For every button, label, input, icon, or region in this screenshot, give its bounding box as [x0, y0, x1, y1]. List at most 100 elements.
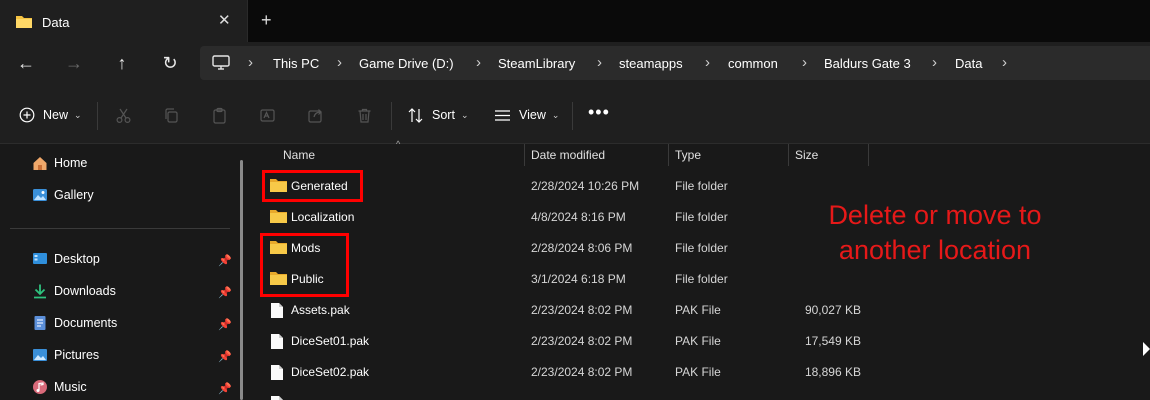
highlight-box-mods-public	[260, 233, 349, 297]
table-row[interactable]: Assets.pak 2/23/2024 8:02 PM PAK File 90…	[252, 295, 1150, 326]
pin-icon[interactable]: 📌	[218, 350, 232, 363]
delete-button[interactable]	[356, 104, 373, 126]
file-size: 18,896 KB	[804, 365, 861, 379]
refresh-button[interactable]: ↻	[157, 51, 183, 75]
trash-icon	[358, 108, 371, 123]
documents-icon	[34, 316, 46, 330]
sidebar-item-label: Downloads	[54, 284, 116, 298]
pin-icon[interactable]: 📌	[218, 254, 232, 267]
sidebar-item-label: Desktop	[54, 252, 100, 266]
breadcrumb-this-pc[interactable]: This PC	[273, 56, 319, 71]
breadcrumb-expand-icon[interactable]: ›	[1002, 54, 1007, 71]
navigation-pane: Home Gallery Desktop 📌 Downloads 📌 Docum…	[0, 144, 250, 400]
breadcrumb-steamlibrary[interactable]: SteamLibrary	[498, 56, 575, 71]
gallery-icon	[33, 189, 47, 201]
file-type: File folder	[675, 210, 728, 224]
new-tab-button[interactable]: +	[261, 10, 272, 31]
back-button[interactable]: ←	[13, 51, 39, 75]
file-date: 2/23/2024 8:02 PM	[531, 334, 633, 348]
column-separator[interactable]	[868, 144, 869, 166]
table-row[interactable]: DiceSet01.pak 2/23/2024 8:02 PM PAK File…	[252, 326, 1150, 357]
copy-button[interactable]	[163, 104, 180, 126]
tab-data[interactable]: Data ✕	[0, 0, 248, 42]
music-icon	[33, 380, 47, 394]
column-header-size[interactable]: Size	[795, 144, 818, 166]
sidebar-divider	[10, 228, 230, 229]
column-separator[interactable]	[524, 144, 525, 166]
desktop-icon	[33, 253, 47, 264]
up-button[interactable]: ↑	[109, 51, 135, 75]
file-date: 4/8/2024 8:16 PM	[531, 210, 626, 224]
column-separator[interactable]	[668, 144, 669, 166]
tab-title: Data	[42, 15, 70, 30]
address-row: ← → ↑ ↻ › This PC › Game Drive (D:) › St…	[0, 42, 1150, 84]
sort-indicator-icon: ^	[396, 139, 401, 149]
more-options-button[interactable]: •••	[588, 102, 610, 123]
sort-button[interactable]: Sort ⌄	[407, 104, 468, 126]
column-header-type[interactable]: Type	[675, 144, 701, 166]
sidebar-item-desktop[interactable]: Desktop	[32, 248, 100, 270]
sidebar-item-downloads[interactable]: Downloads	[32, 280, 116, 302]
command-bar: New ⌄ Sort ⌄ View ⌄ •••	[0, 84, 1150, 144]
breadcrumb-common[interactable]: common	[728, 56, 778, 71]
clipboard-icon	[213, 107, 226, 124]
breadcrumb-separator: ›	[248, 54, 253, 71]
divider	[572, 102, 573, 130]
file-type: File folder	[675, 179, 728, 193]
pictures-icon	[33, 349, 47, 361]
paste-button[interactable]	[211, 104, 228, 126]
breadcrumb-game-drive[interactable]: Game Drive (D:)	[359, 56, 454, 71]
chevron-down-icon: ⌄	[74, 109, 82, 120]
sidebar-item-music[interactable]: Music	[32, 376, 87, 398]
download-icon	[34, 284, 46, 299]
address-bar[interactable]: › This PC › Game Drive (D:) › SteamLibra…	[200, 46, 1150, 80]
file-icon	[270, 333, 284, 353]
breadcrumb-separator: ›	[802, 54, 807, 71]
cut-button[interactable]	[115, 104, 132, 126]
file-type: PAK File	[675, 334, 721, 348]
copy-icon	[165, 107, 178, 123]
breadcrumb-baldurs-gate-3[interactable]: Baldurs Gate 3	[824, 56, 911, 71]
file-icon	[270, 364, 284, 384]
file-date: 2/28/2024 10:26 PM	[531, 179, 640, 193]
sidebar-scrollbar[interactable]	[240, 160, 243, 400]
table-row[interactable]: Public 3/1/2024 6:18 PM File folder	[252, 264, 1150, 295]
mouse-cursor-icon	[1143, 342, 1150, 356]
file-date: 2/23/2024 8:02 PM	[531, 365, 633, 379]
file-name: Localization	[291, 210, 355, 224]
column-header-name[interactable]: Name	[283, 144, 315, 166]
sidebar-item-label: Pictures	[54, 348, 100, 362]
close-tab-icon[interactable]: ✕	[218, 11, 231, 29]
breadcrumb-separator: ›	[476, 54, 481, 71]
pin-icon[interactable]: 📌	[218, 382, 232, 395]
column-header-date[interactable]: Date modified	[531, 144, 605, 166]
sidebar-item-documents[interactable]: Documents	[32, 312, 117, 334]
sidebar-item-home[interactable]: Home	[32, 152, 87, 174]
sidebar-item-gallery[interactable]: Gallery	[32, 184, 94, 206]
file-date: 2/28/2024 8:06 PM	[531, 241, 633, 255]
file-name: DiceSet02.pak	[291, 365, 370, 379]
rename-button[interactable]	[259, 104, 276, 126]
share-button[interactable]	[307, 104, 324, 126]
column-separator[interactable]	[788, 144, 789, 166]
title-bar: Data ✕ +	[0, 0, 1150, 42]
share-icon	[308, 108, 322, 123]
sidebar-item-pictures[interactable]: Pictures	[32, 344, 99, 366]
file-name: DiceSet01.pak	[291, 334, 370, 348]
table-row[interactable]: DiceSet02.pak 2/23/2024 8:02 PM PAK File…	[252, 357, 1150, 388]
new-button[interactable]: New ⌄	[19, 104, 82, 126]
breadcrumb-separator: ›	[337, 54, 342, 71]
folder-icon	[16, 14, 32, 31]
plus-circle-icon	[19, 107, 35, 123]
home-icon	[33, 157, 47, 170]
breadcrumb-steamapps[interactable]: steamapps	[619, 56, 683, 71]
table-row[interactable]	[252, 388, 1150, 400]
forward-button[interactable]: →	[61, 51, 87, 75]
pin-icon[interactable]: 📌	[218, 286, 232, 299]
breadcrumb-data[interactable]: Data	[955, 56, 982, 71]
divider	[391, 102, 392, 130]
file-type: PAK File	[675, 303, 721, 317]
pin-icon[interactable]: 📌	[218, 318, 232, 331]
sidebar-item-label: Home	[54, 156, 88, 170]
view-button[interactable]: View ⌄	[494, 104, 559, 126]
